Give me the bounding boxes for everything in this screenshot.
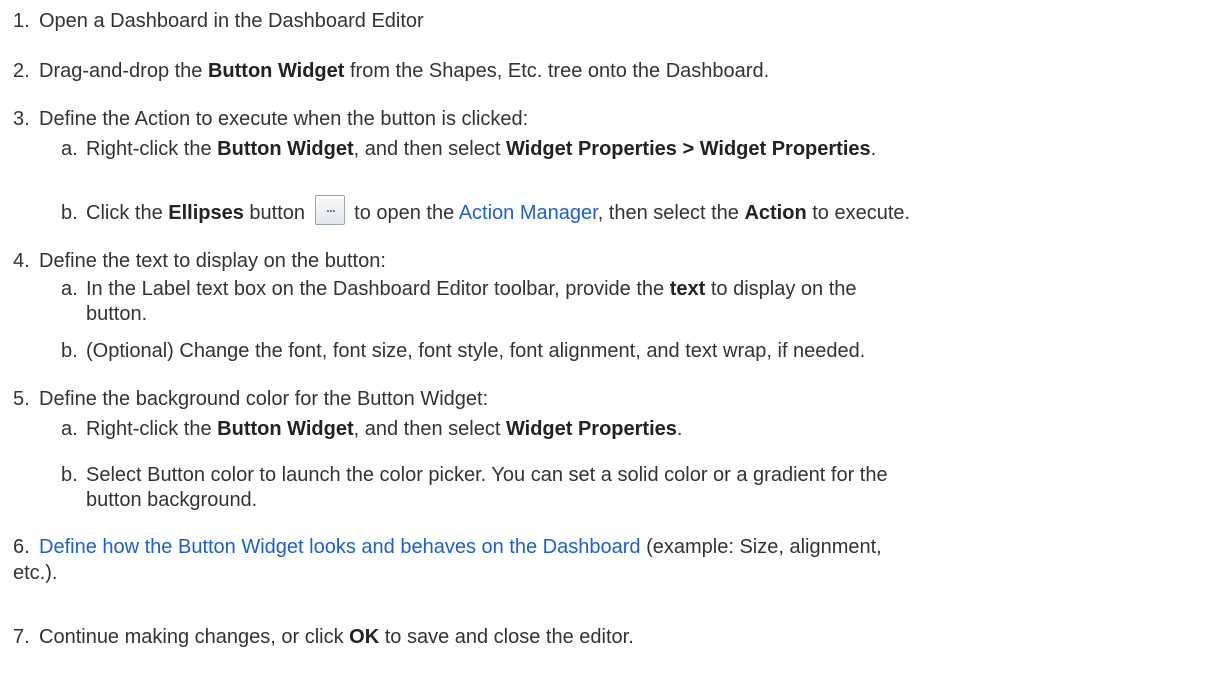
sub-step-text: Select Button color to launch the color … bbox=[86, 464, 888, 486]
step-number: 2. bbox=[13, 60, 30, 82]
step-number: 1. bbox=[13, 10, 30, 32]
sub-step-text: In the Label text box on the Dashboard E… bbox=[86, 278, 857, 300]
step-text-continued: etc.). bbox=[13, 562, 58, 584]
sub-step-letter: a. bbox=[61, 138, 78, 160]
step-text: Define the Action to execute when the bu… bbox=[39, 108, 529, 130]
sub-step-text: Click the Ellipses button to open the Ac… bbox=[86, 194, 910, 226]
sub-step-text-continued: button background. bbox=[86, 489, 258, 511]
sub-step-letter: b. bbox=[61, 202, 78, 224]
instructions-document: 1. Open a Dashboard in the Dashboard Edi… bbox=[0, 0, 1217, 680]
sub-step-text: Right-click the Button Widget, and then … bbox=[86, 418, 683, 440]
step-text: Drag-and-drop the Button Widget from the… bbox=[39, 60, 770, 82]
step-number: 5. bbox=[13, 388, 30, 410]
step-number: 7. bbox=[13, 626, 30, 648]
step-number: 3. bbox=[13, 108, 30, 130]
sub-step-letter: a. bbox=[61, 418, 78, 440]
step-text: Open a Dashboard in the Dashboard Editor bbox=[39, 10, 424, 32]
step-number: 4. bbox=[13, 250, 30, 272]
step-number: 6. bbox=[13, 536, 30, 558]
button-widget-appearance-link[interactable]: Define how the Button Widget looks and b… bbox=[39, 536, 641, 558]
sub-step-text: Right-click the Button Widget, and then … bbox=[86, 138, 877, 160]
sub-step-text: (Optional) Change the font, font size, f… bbox=[86, 340, 866, 362]
ellipses-button-icon bbox=[314, 194, 345, 225]
sub-step-text-continued: button. bbox=[86, 303, 148, 325]
step-text: Continue making changes, or click OK to … bbox=[39, 626, 634, 648]
sub-step-letter: b. bbox=[61, 464, 78, 486]
sub-step-letter: a. bbox=[61, 278, 78, 300]
action-manager-link[interactable]: Action Manager bbox=[459, 202, 598, 224]
step-text: Define how the Button Widget looks and b… bbox=[39, 536, 882, 558]
step-text: Define the text to display on the button… bbox=[39, 250, 386, 272]
step-text: Define the background color for the Butt… bbox=[39, 388, 489, 410]
sub-step-letter: b. bbox=[61, 340, 78, 362]
